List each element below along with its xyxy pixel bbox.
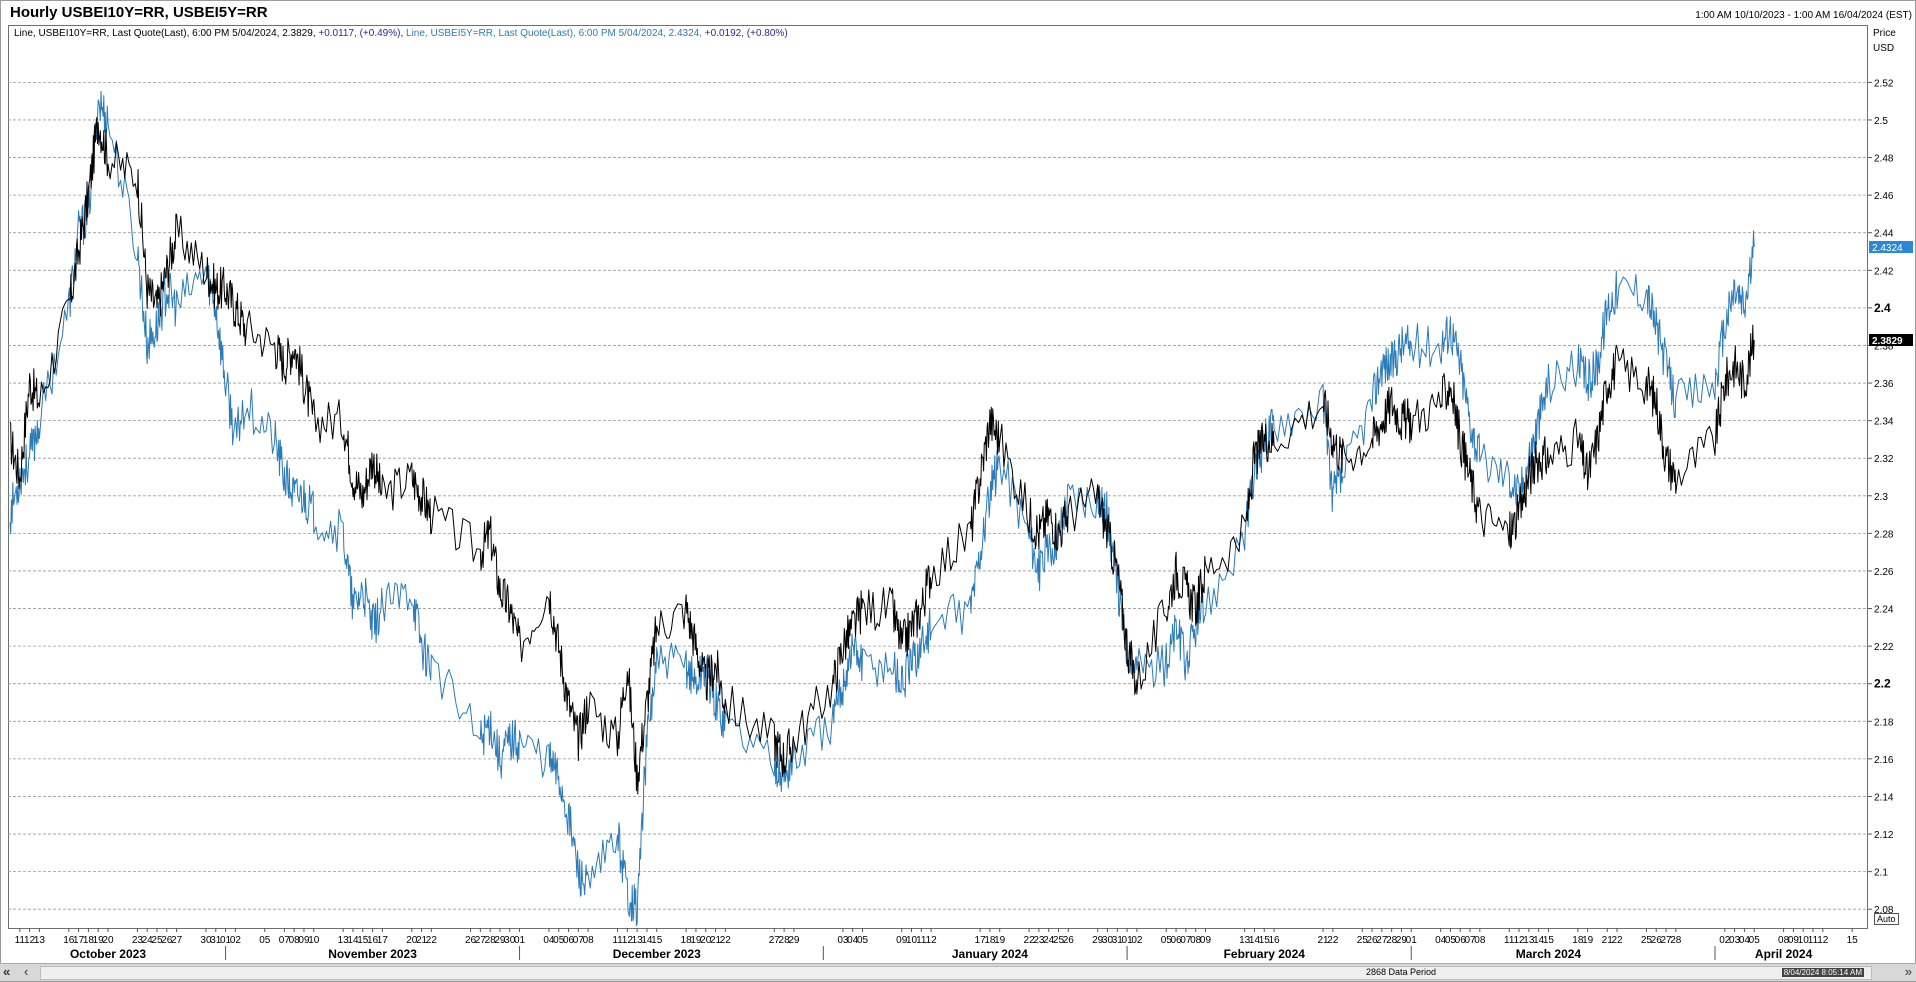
series-line-usbei10y-rr bbox=[9, 117, 1755, 795]
x-tick-label: 19 bbox=[994, 935, 1006, 946]
x-tick-label: 05 bbox=[857, 935, 869, 946]
x-tick-label: 22 bbox=[1327, 935, 1339, 946]
data-period-label: 2868 Data Period bbox=[1366, 967, 1437, 977]
y-tick-label: 2.14 bbox=[1874, 792, 1894, 803]
y-tick-label: 2.34 bbox=[1874, 417, 1894, 428]
y-tick-label: 2.48 bbox=[1874, 154, 1894, 165]
x-tick-label: 26 bbox=[1063, 935, 1075, 946]
y-tick-label: 2.16 bbox=[1874, 755, 1894, 766]
x-month-label: December 2023 bbox=[613, 947, 701, 961]
y-tick-label: 2.12 bbox=[1874, 830, 1894, 841]
x-tick-label: 08 bbox=[583, 935, 595, 946]
y-axis-heading-price: Price bbox=[1873, 28, 1896, 39]
x-month-label: October 2023 bbox=[70, 947, 146, 961]
legend-5y-text: Line, USBEI5Y=RR, Last Quote(Last), 6:00… bbox=[403, 28, 703, 39]
x-tick-label: 05 bbox=[1749, 935, 1761, 946]
legend-10y-change: +0.0117, (+0.49%), bbox=[315, 28, 404, 39]
last-value-label: 2.3829 bbox=[1872, 336, 1903, 347]
y-tick-label: 2.32 bbox=[1874, 454, 1894, 465]
x-month-label: November 2023 bbox=[328, 947, 417, 961]
x-tick-label: 15 bbox=[651, 935, 663, 946]
legend: Line, USBEI10Y=RR, Last Quote(Last), 6:0… bbox=[14, 28, 788, 39]
x-month-label: April 2024 bbox=[1755, 947, 1813, 961]
y-tick-label: 2.42 bbox=[1874, 266, 1894, 277]
y-tick-label: 2.24 bbox=[1874, 605, 1894, 616]
series-line-usbei5y-rr bbox=[9, 90, 1755, 927]
scroll-back-button[interactable]: ‹ bbox=[24, 964, 28, 979]
scroll-end-button[interactable]: » bbox=[1905, 964, 1912, 979]
timestamp-badge: 8/04/2024 8:05:14 AM bbox=[1781, 968, 1864, 977]
x-tick-label: 22 bbox=[720, 935, 732, 946]
y-tick-label: 2.1 bbox=[1874, 868, 1888, 879]
y-tick-label: 2.28 bbox=[1874, 529, 1894, 540]
y-tick-label: 2.2 bbox=[1874, 677, 1891, 691]
y-tick-label: 2.52 bbox=[1874, 78, 1894, 89]
x-tick-label: 16 bbox=[1269, 935, 1281, 946]
x-tick-label: 01 bbox=[514, 935, 526, 946]
x-tick-label: 12 bbox=[1817, 935, 1829, 946]
x-tick-label: 05 bbox=[259, 935, 271, 946]
x-tick-label: 17 bbox=[377, 935, 389, 946]
x-tick-label: 09 bbox=[1200, 935, 1212, 946]
legend-10y-text: Line, USBEI10Y=RR, Last Quote(Last), 6:0… bbox=[14, 28, 316, 39]
x-month-label: February 2024 bbox=[1224, 947, 1306, 961]
y-tick-label: 2.36 bbox=[1874, 379, 1894, 390]
scroll-start-button[interactable]: « bbox=[3, 964, 10, 979]
x-tick-label: 27 bbox=[171, 935, 183, 946]
x-tick-label: 02 bbox=[230, 935, 242, 946]
auto-scale-button[interactable]: Auto bbox=[1874, 913, 1899, 925]
x-tick-label: 22 bbox=[426, 935, 438, 946]
y-tick-label: 2.26 bbox=[1874, 567, 1894, 578]
x-tick-label: 19 bbox=[1582, 935, 1594, 946]
x-tick-label: 28 bbox=[1670, 935, 1682, 946]
y-tick-label: 2.44 bbox=[1874, 229, 1894, 240]
y-tick-label: 2.46 bbox=[1874, 191, 1894, 202]
x-tick-label: 10 bbox=[308, 935, 320, 946]
x-month-label: March 2024 bbox=[1516, 947, 1582, 961]
x-tick-label: 22 bbox=[1611, 935, 1623, 946]
y-tick-label: 2.22 bbox=[1874, 642, 1894, 653]
x-tick-label: 20 bbox=[102, 935, 114, 946]
last-value-label: 2.4324 bbox=[1872, 243, 1903, 254]
y-tick-label: 2.4 bbox=[1874, 301, 1891, 315]
x-tick-label: 08 bbox=[1474, 935, 1486, 946]
scrollbar-thumb[interactable] bbox=[40, 966, 1872, 980]
x-tick-label: 29 bbox=[788, 935, 800, 946]
x-tick-label: 13 bbox=[34, 935, 46, 946]
x-month-label: January 2024 bbox=[952, 947, 1028, 961]
y-axis-heading-currency: USD bbox=[1873, 43, 1895, 54]
x-tick-label: 02 bbox=[1131, 935, 1143, 946]
x-tick-label: 01 bbox=[1406, 935, 1418, 946]
time-scrollbar[interactable]: « ‹ 2868 Data Period 8/04/2024 8:05:14 A… bbox=[0, 963, 1916, 981]
y-tick-label: 2.18 bbox=[1874, 717, 1894, 728]
legend-series-10y: Line, USBEI10Y=RR, Last Quote(Last), 6:0… bbox=[14, 28, 403, 39]
y-tick-label: 2.5 bbox=[1874, 116, 1888, 127]
x-tick-label: 15 bbox=[1847, 935, 1859, 946]
line-chart[interactable]: 2.082.12.122.142.162.182.22.222.242.262.… bbox=[0, 0, 1916, 963]
x-tick-label: 12 bbox=[926, 935, 938, 946]
x-tick-label: 15 bbox=[1543, 935, 1555, 946]
legend-series-5y: Line, USBEI5Y=RR, Last Quote(Last), 6:00… bbox=[403, 28, 788, 39]
y-tick-label: 2.3 bbox=[1874, 492, 1888, 503]
legend-5y-change: +0.0192, (+0.80%) bbox=[702, 28, 788, 39]
